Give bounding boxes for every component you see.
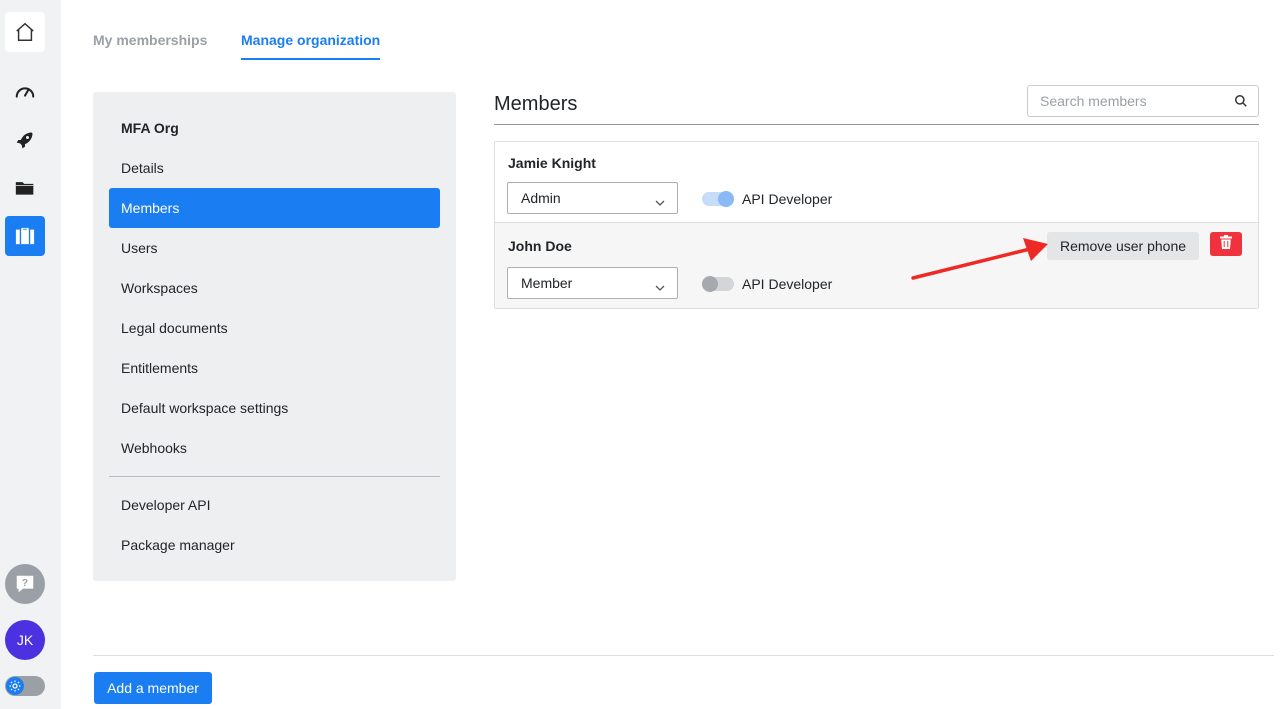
org-settings-nav: MFA Org Details Members Users Workspaces… xyxy=(93,92,456,581)
member-name: John Doe xyxy=(508,238,572,254)
nav-item-details[interactable]: Details xyxy=(109,148,440,188)
member-list: Jamie Knight Admin API Developer John Do… xyxy=(494,141,1259,309)
remove-user-phone-button[interactable]: Remove user phone xyxy=(1047,232,1199,260)
search-box xyxy=(1027,85,1259,117)
delete-member-button[interactable] xyxy=(1210,232,1242,256)
nav-item-members[interactable]: Members xyxy=(109,188,440,228)
role-select[interactable]: Admin xyxy=(507,182,678,214)
question-bubble-icon[interactable]: ? xyxy=(5,564,45,604)
trash-icon xyxy=(1220,234,1232,254)
role-value: Member xyxy=(521,275,573,291)
chevron-down-icon xyxy=(655,279,665,295)
footer-divider xyxy=(93,655,1274,656)
api-developer-label: API Developer xyxy=(742,191,833,207)
left-rail: ? JK xyxy=(0,0,61,709)
rocket-icon[interactable] xyxy=(5,120,45,160)
toggle-knob xyxy=(702,276,718,292)
api-developer-label: API Developer xyxy=(742,276,833,292)
role-value: Admin xyxy=(521,190,561,206)
nav-item-entitlements[interactable]: Entitlements xyxy=(109,348,440,388)
sun-icon xyxy=(6,677,24,695)
nav-item-legal-documents[interactable]: Legal documents xyxy=(109,308,440,348)
tab-my-memberships[interactable]: My memberships xyxy=(93,32,207,48)
nav-divider xyxy=(109,476,440,477)
annotation-arrow xyxy=(911,238,1048,280)
member-row: John Doe Member API Developer Remove use… xyxy=(495,223,1258,308)
tab-manage-organization[interactable]: Manage organization xyxy=(241,32,381,60)
api-developer-toggle[interactable] xyxy=(702,191,734,207)
search-icon[interactable] xyxy=(1234,94,1248,113)
nav-item-users[interactable]: Users xyxy=(109,228,440,268)
page-title: Members xyxy=(494,93,578,115)
speedometer-icon[interactable] xyxy=(5,72,45,112)
search-input[interactable] xyxy=(1028,86,1223,116)
svg-text:?: ? xyxy=(22,578,28,589)
role-select[interactable]: Member xyxy=(507,267,678,299)
home-icon[interactable] xyxy=(5,12,45,52)
nav-item-webhooks[interactable]: Webhooks xyxy=(109,428,440,468)
add-member-button[interactable]: Add a member xyxy=(94,672,212,704)
header-divider xyxy=(494,124,1259,125)
nav-item-workspaces[interactable]: Workspaces xyxy=(109,268,440,308)
chevron-down-icon xyxy=(655,194,665,210)
folder-icon[interactable] xyxy=(5,168,45,208)
avatar[interactable]: JK xyxy=(5,620,45,660)
org-name: MFA Org xyxy=(121,120,179,136)
briefcase-icon[interactable] xyxy=(5,216,45,256)
nav-item-default-workspace-settings[interactable]: Default workspace settings xyxy=(109,388,440,428)
nav-item-package-manager[interactable]: Package manager xyxy=(109,525,440,565)
api-developer-toggle[interactable] xyxy=(702,276,734,292)
nav-item-developer-api[interactable]: Developer API xyxy=(109,485,440,525)
member-name: Jamie Knight xyxy=(508,155,596,171)
toggle-knob xyxy=(718,191,734,207)
member-row: Jamie Knight Admin API Developer xyxy=(495,142,1258,223)
theme-toggle[interactable] xyxy=(5,676,45,696)
